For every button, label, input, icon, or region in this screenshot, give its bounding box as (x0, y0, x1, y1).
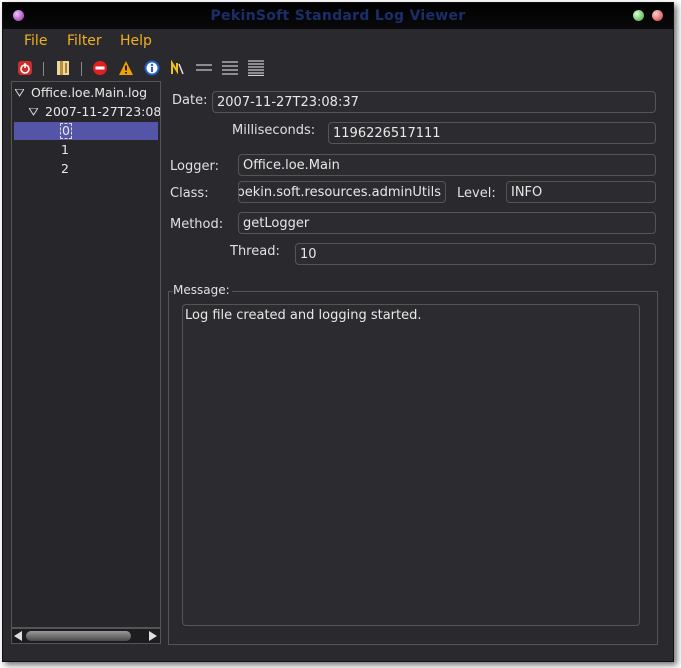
tree-record-node[interactable]: 1 (61, 142, 69, 157)
window-title: PekinSoft Standard Log Viewer (210, 8, 466, 24)
thread-label: Thread: (230, 244, 280, 259)
method-label: Method: (170, 217, 224, 232)
toolbar-separator (81, 62, 82, 76)
menu-filter[interactable]: Filter (67, 33, 102, 49)
logger-field[interactable]: Office.loe.Main (238, 154, 656, 176)
close-icon[interactable] (652, 10, 663, 21)
filter-info-icon[interactable] (144, 60, 160, 76)
menu-bar: File Filter Help (3, 29, 673, 53)
toolbar (3, 55, 673, 81)
level-field[interactable]: INFO (506, 181, 656, 203)
expand-toggle-icon[interactable] (29, 108, 38, 116)
milliseconds-field[interactable]: 1196226517111 (328, 122, 656, 144)
filter-severe-icon[interactable] (92, 60, 108, 76)
logger-label: Logger: (170, 159, 219, 174)
scroll-thumb[interactable] (26, 631, 131, 641)
toolbar-separator (43, 62, 44, 76)
thread-field[interactable]: 10 (295, 243, 656, 265)
filter-fine-icon[interactable] (195, 60, 213, 76)
message-textarea[interactable]: Log file created and logging started. (182, 304, 640, 626)
scroll-left-icon[interactable] (14, 631, 22, 641)
title-bar[interactable]: PekinSoft Standard Log Viewer (3, 3, 673, 29)
tree-root-node[interactable]: Office.loe.Main.log (31, 85, 147, 100)
tree-date-node[interactable]: 2007-11-27T23:08:37 (45, 104, 160, 119)
class-field[interactable]: pekin.soft.resources.adminUtils (238, 181, 446, 203)
log-tree[interactable]: Office.loe.Main.log 2007-11-27T23:08:37 … (11, 81, 161, 628)
date-field[interactable]: 2007-11-27T23:08:37 (212, 91, 656, 113)
filter-warning-icon[interactable] (118, 60, 134, 76)
milliseconds-label: Milliseconds: (232, 123, 316, 138)
menu-help[interactable]: Help (120, 33, 152, 49)
scroll-right-icon[interactable] (149, 631, 157, 641)
exit-icon[interactable] (17, 60, 33, 76)
open-log-icon[interactable] (55, 60, 71, 76)
filter-finer-icon[interactable] (221, 60, 239, 76)
app-window: PekinSoft Standard Log Viewer File Filte… (2, 2, 674, 662)
message-label: Message: (173, 283, 232, 297)
tree-record-node[interactable]: 0 (60, 123, 72, 139)
class-label: Class: (170, 186, 209, 201)
tree-selection-highlight (14, 122, 158, 140)
menu-file[interactable]: File (24, 33, 47, 49)
filter-finest-icon[interactable] (247, 60, 265, 76)
method-field[interactable]: getLogger (238, 212, 656, 234)
tree-horizontal-scrollbar[interactable] (11, 628, 161, 644)
level-label: Level: (457, 186, 496, 201)
tree-record-node[interactable]: 2 (61, 161, 69, 176)
date-label: Date: (172, 93, 208, 108)
expand-toggle-icon[interactable] (15, 89, 24, 97)
maximize-icon[interactable] (633, 10, 644, 21)
filter-config-icon[interactable] (169, 60, 185, 76)
